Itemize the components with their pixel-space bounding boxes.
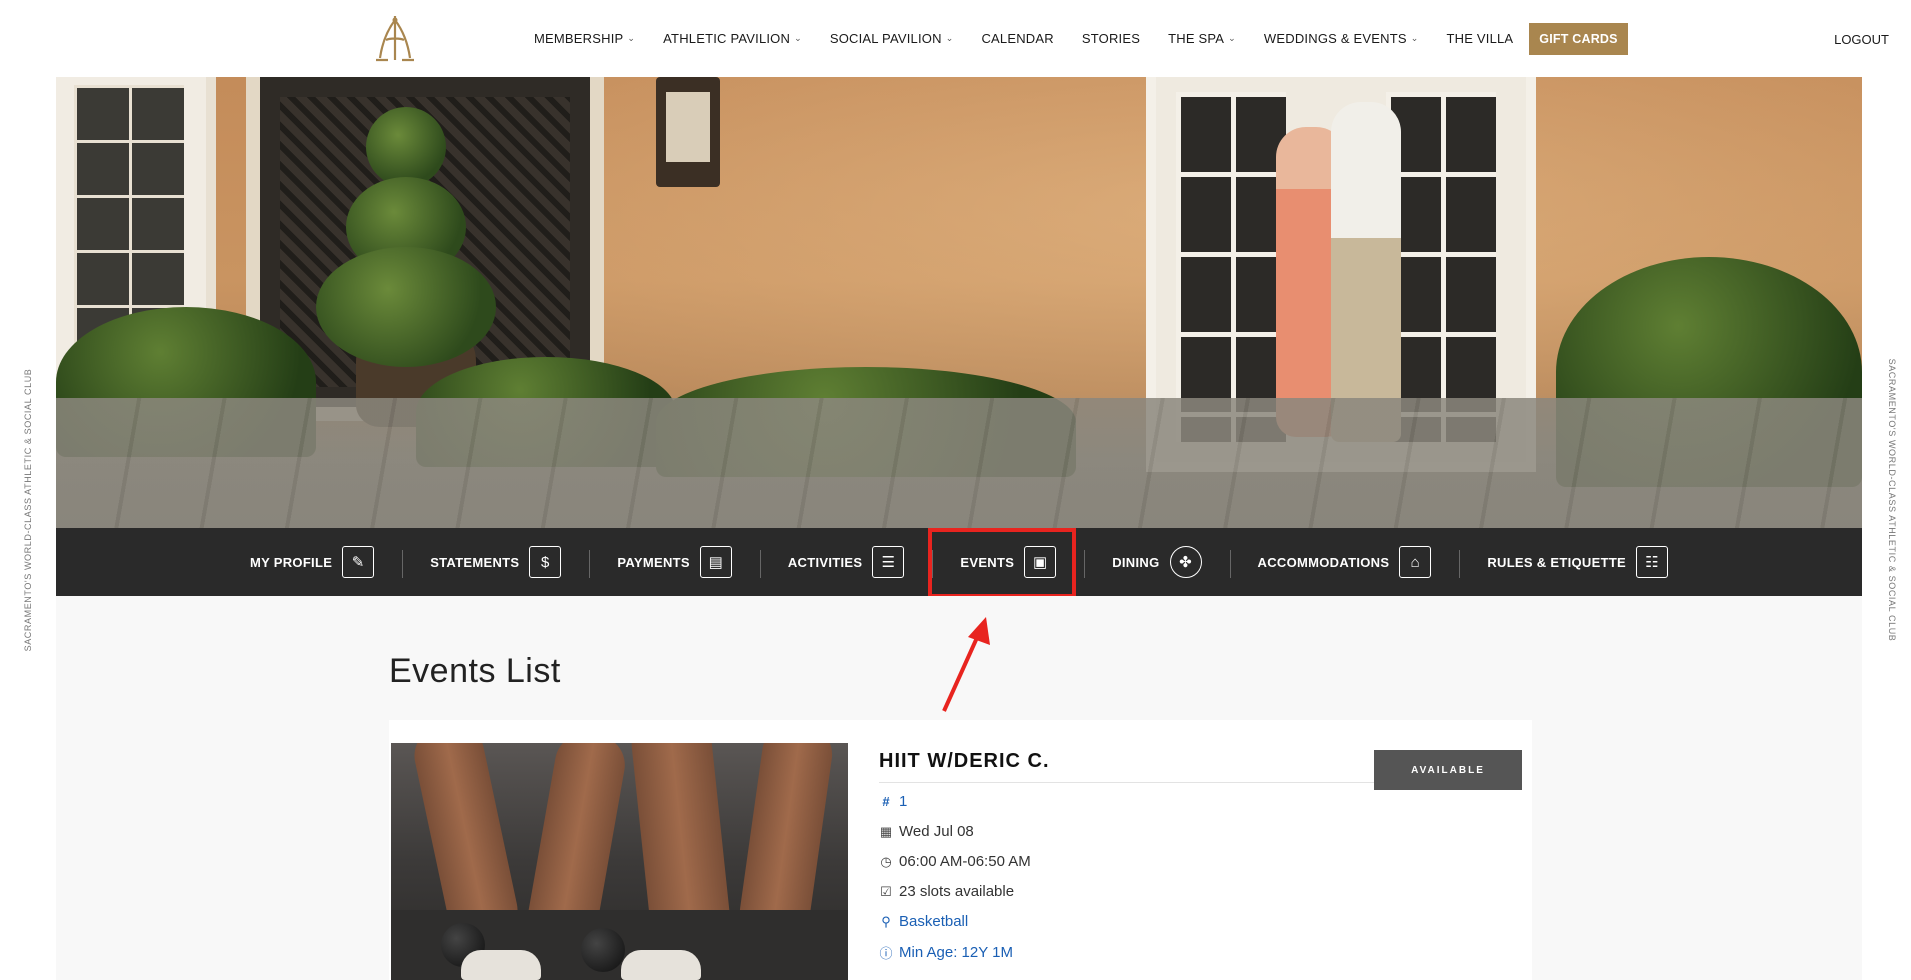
activities-icon: ☰	[872, 546, 905, 578]
calendar-icon: ▦	[879, 823, 893, 839]
info-icon: ⓘ	[879, 946, 893, 961]
member-menu-my-profile[interactable]: MY PROFILE ✎	[222, 542, 402, 582]
chevron-down-icon: ⌄	[627, 33, 636, 43]
nav-athletic-pavilion[interactable]: ATHLETIC PAVILION ⌄	[649, 31, 816, 46]
event-number-row: # 1	[879, 793, 907, 810]
chevron-down-icon: ⌄	[945, 33, 954, 43]
event-min-age-row: ⓘ Min Age: 12Y 1M	[879, 943, 1013, 962]
dining-icon: ✤	[1169, 546, 1202, 578]
nav-calendar[interactable]: CALENDAR	[967, 31, 1067, 46]
chevron-down-icon: ⌄	[794, 33, 802, 43]
chevron-down-icon: ⌄	[1410, 33, 1419, 43]
top-navigation: MEMBERSHIP ⌄ ATHLETIC PAVILION ⌄ SOCIAL PA…	[0, 0, 1911, 77]
member-menu-activities[interactable]: ACTIVITIES ☰	[759, 542, 933, 582]
chevron-down-icon: ⌄	[1228, 33, 1236, 43]
event-title[interactable]: HIIT W/DERIC C.	[879, 750, 1050, 773]
gift-cards-button[interactable]: GIFT CARDS	[1529, 22, 1628, 55]
event-slots: 23 slots available	[899, 883, 1015, 900]
side-tagline-right: SACRAMENTO'S WORLD-CLASS ATHLETIC & SOCI…	[1887, 358, 1897, 642]
event-min-age: Min Age: 12Y 1M	[899, 944, 1013, 961]
logout-link[interactable]: LOGOUT	[1834, 32, 1889, 47]
event-time-row: ◷ 06:00 AM-06:50 AM	[879, 853, 1031, 870]
member-menu-events[interactable]: EVENTS ▣	[932, 542, 1084, 582]
member-menu-dining[interactable]: DINING ✤	[1084, 542, 1229, 582]
accommodations-icon: ⌂	[1399, 546, 1432, 578]
side-tagline-left: SACRAMENTO'S WORLD-CLASS ATHLETIC & SOCI…	[23, 368, 33, 652]
member-menu-payments[interactable]: PAYMENTS ▤	[589, 542, 759, 582]
profile-icon: ✎	[342, 546, 375, 578]
nav-social-pavilion[interactable]: SOCIAL PAVILION ⌄	[816, 31, 968, 46]
rules-icon: ☷	[1636, 546, 1669, 578]
nav-membership[interactable]: MEMBERSHIP ⌄	[520, 31, 649, 46]
member-menu-bar: MY PROFILE ✎ STATEMENTS $ PAYMENTS ▤ ACT…	[56, 528, 1862, 596]
nav-stories[interactable]: STORIES	[1068, 31, 1154, 46]
nav-weddings-events[interactable]: WEDDINGS & EVENTS ⌄	[1250, 31, 1433, 46]
event-slots-row: ☑ 23 slots available	[879, 883, 1014, 900]
clock-icon: ◷	[880, 853, 892, 869]
hash-icon: #	[882, 794, 890, 809]
checkbox-icon: ☑	[880, 883, 892, 899]
statements-icon: $	[529, 546, 562, 578]
page-title: Events List	[389, 652, 561, 690]
map-pin-icon: ⚲	[881, 913, 891, 929]
pointer-arrow-icon	[942, 617, 990, 712]
hero-pavement	[56, 398, 1862, 528]
event-location[interactable]: Basketball	[899, 913, 968, 930]
nav-the-spa[interactable]: THE SPA ⌄	[1154, 31, 1250, 46]
event-location-row[interactable]: ⚲ Basketball	[879, 913, 968, 930]
event-image[interactable]	[391, 743, 848, 980]
hero-lantern	[656, 77, 720, 187]
event-date: Wed Jul 08	[899, 823, 974, 840]
availability-status-button[interactable]: AVAILABLE	[1374, 750, 1522, 790]
event-card: HIIT W/DERIC C. AVAILABLE # 1 ▦ Wed Jul …	[389, 740, 1532, 980]
member-menu-rules-etiquette[interactable]: RULES & ETIQUETTE ☷	[1459, 542, 1696, 582]
club-logo[interactable]	[372, 14, 418, 62]
nav-the-villa[interactable]: THE VILLA	[1432, 31, 1527, 46]
card-header-strip	[389, 720, 1532, 740]
main-nav: MEMBERSHIP ⌄ ATHLETIC PAVILION ⌄ SOCIAL PA…	[520, 0, 1628, 77]
hero-couple	[1276, 102, 1406, 442]
event-time: 06:00 AM-06:50 AM	[899, 853, 1031, 870]
member-menu-statements[interactable]: STATEMENTS $	[402, 542, 589, 582]
divider	[879, 782, 1379, 783]
event-number: 1	[899, 793, 908, 810]
hero-image	[56, 77, 1862, 528]
event-date-row: ▦ Wed Jul 08	[879, 823, 974, 840]
calendar-icon: ▣	[1024, 546, 1057, 578]
member-menu-accommodations[interactable]: ACCOMMODATIONS ⌂	[1229, 542, 1460, 582]
payments-icon: ▤	[699, 546, 732, 578]
